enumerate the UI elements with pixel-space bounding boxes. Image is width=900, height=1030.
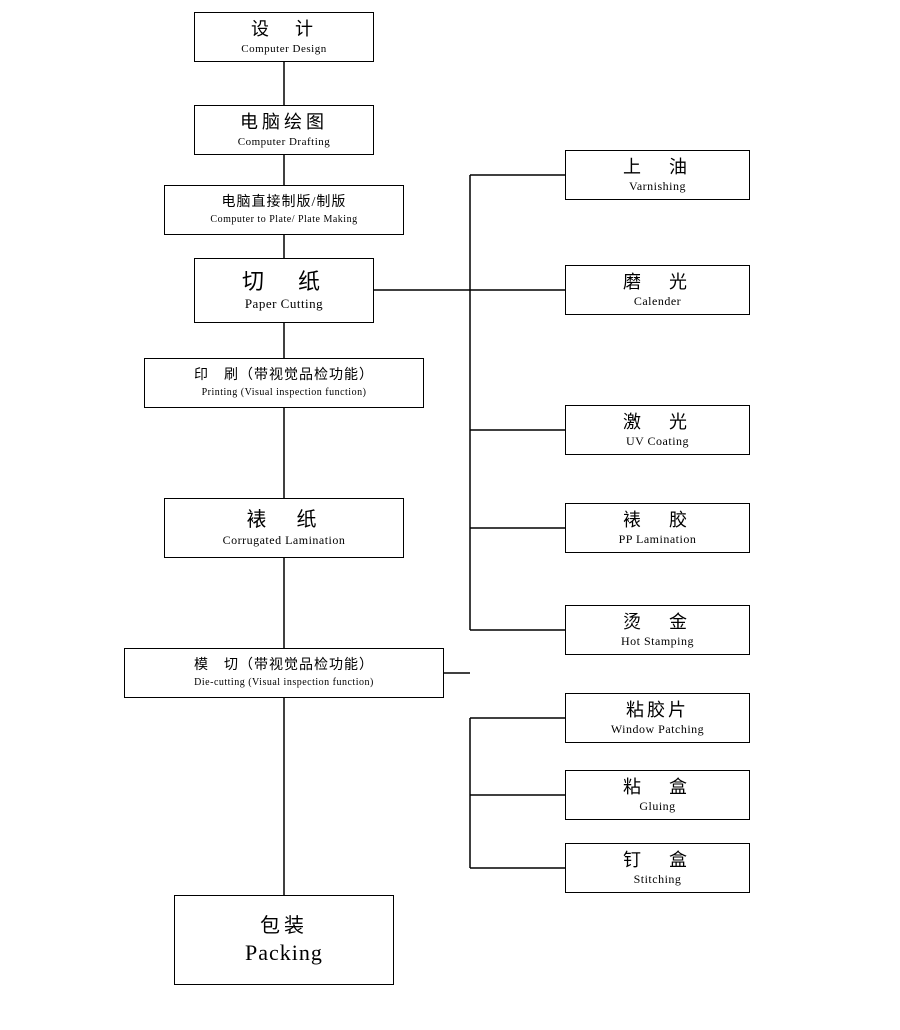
node-plate-making-zh: 电脑直接制版/制版 [222,194,347,212]
node-uv-coating-en: UV Coating [626,434,689,450]
node-window-patching-en: Window Patching [611,722,704,738]
node-window-patching: 粘胶片 Window Patching [565,693,750,743]
node-plate-making: 电脑直接制版/制版 Computer to Plate/ Plate Makin… [164,185,404,235]
node-stitching-zh: 钉 盒 [623,849,692,872]
node-gluing-zh: 粘 盒 [623,776,692,799]
node-paper-cutting: 切 纸 Paper Cutting [194,258,374,323]
node-packing: 包装 Packing [174,895,394,985]
node-varnishing-zh: 上 油 [623,156,692,179]
node-calender-zh: 磨 光 [623,271,692,294]
node-stitching: 钉 盒 Stitching [565,843,750,893]
node-hot-stamping-en: Hot Stamping [621,634,694,650]
node-pp-lamination-en: PP Lamination [619,532,697,548]
node-calender: 磨 光 Calender [565,265,750,315]
node-varnishing-en: Varnishing [629,179,686,195]
node-printing-en: Printing (Visual inspection function) [202,386,367,399]
node-hot-stamping-zh: 烫 金 [623,611,692,634]
node-gluing-en: Gluing [639,799,675,815]
node-pp-lamination: 裱 胶 PP Lamination [565,503,750,553]
node-die-cutting-en: Die-cutting (Visual inspection function) [194,676,374,689]
node-paper-cutting-zh: 切 纸 [242,268,326,297]
flowchart-diagram: 设 计 Computer Design 电脑绘图 Computer Drafti… [0,0,900,1030]
node-gluing: 粘 盒 Gluing [565,770,750,820]
node-die-cutting-zh: 模 切（带视觉品检功能） [194,657,374,675]
node-computer-design-zh: 设 计 [251,18,317,41]
node-packing-en: Packing [245,939,323,968]
node-uv-coating-zh: 激 光 [623,411,692,434]
node-corrugated-zh: 裱 纸 [247,507,322,533]
node-corrugated-en: Corrugated Lamination [223,533,346,549]
node-packing-zh: 包装 [260,913,308,939]
node-hot-stamping: 烫 金 Hot Stamping [565,605,750,655]
node-computer-design-en: Computer Design [241,42,326,56]
node-die-cutting: 模 切（带视觉品检功能） Die-cutting (Visual inspect… [124,648,444,698]
node-stitching-en: Stitching [634,872,682,888]
node-corrugated: 裱 纸 Corrugated Lamination [164,498,404,558]
node-plate-making-en: Computer to Plate/ Plate Making [210,213,357,226]
node-printing-zh: 印 刷（带视觉品检功能） [194,367,374,385]
node-calender-en: Calender [634,294,681,310]
node-computer-drafting-en: Computer Drafting [238,135,331,149]
node-printing: 印 刷（带视觉品检功能） Printing (Visual inspection… [144,358,424,408]
node-uv-coating: 激 光 UV Coating [565,405,750,455]
node-paper-cutting-en: Paper Cutting [245,296,323,313]
node-computer-drafting-zh: 电脑绘图 [240,111,328,134]
node-pp-lamination-zh: 裱 胶 [623,509,692,532]
node-window-patching-zh: 粘胶片 [626,699,689,722]
node-computer-design: 设 计 Computer Design [194,12,374,62]
node-computer-drafting: 电脑绘图 Computer Drafting [194,105,374,155]
node-varnishing: 上 油 Varnishing [565,150,750,200]
connector-lines [0,0,900,1030]
